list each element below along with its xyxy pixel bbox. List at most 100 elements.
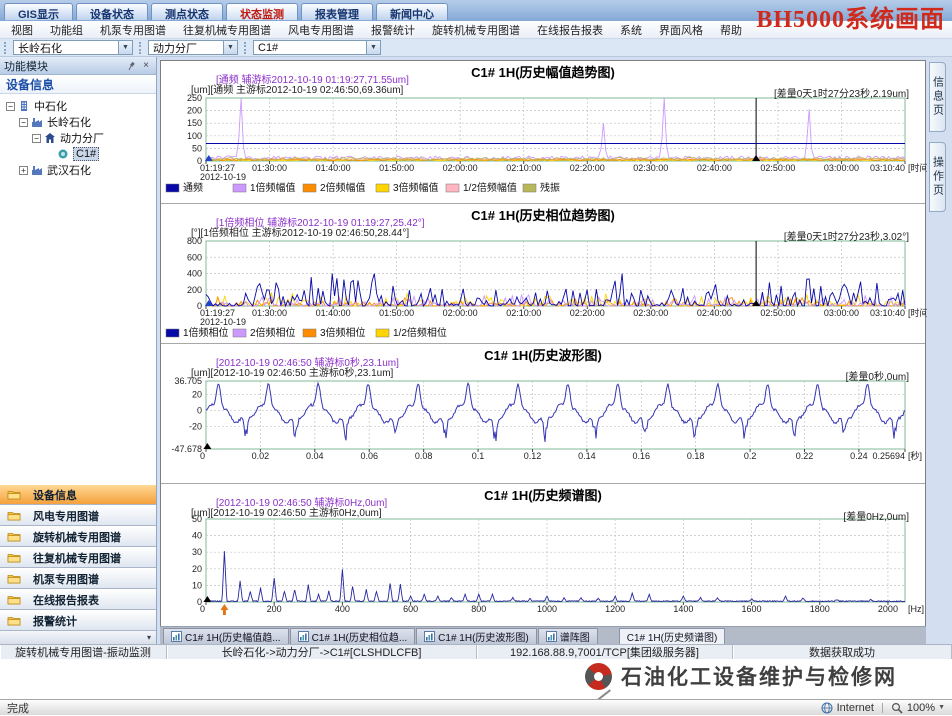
nav-button-在线报告报表[interactable]: 在线报告报表: [0, 589, 156, 610]
svg-text:01:19:272012-10-19: 01:19:272012-10-19: [200, 163, 246, 182]
svg-text:0.02: 0.02: [252, 451, 270, 461]
nav-overflow-button[interactable]: ▾: [0, 631, 156, 644]
tree-expander-icon[interactable]: +: [19, 166, 28, 175]
svg-text:200: 200: [187, 285, 202, 295]
svg-text:01:40:00: 01:40:00: [316, 163, 351, 173]
cursor-delta-annotation: [差量0天1时27分23秒,3.02°]: [784, 228, 909, 243]
cursor-delta-annotation: [差量0天1时27分23秒,2.19um]: [774, 85, 909, 100]
tab-1[interactable]: GIS显示: [4, 3, 73, 20]
legend-swatch: [166, 184, 179, 192]
browser-status-text: 完成: [7, 700, 29, 716]
svg-text:01:40:00: 01:40:00: [316, 308, 351, 318]
sidebar-panel-title: 功能模块: [4, 58, 124, 74]
pin-icon[interactable]: [126, 60, 138, 72]
svg-text:01:30:00: 01:30:00: [252, 163, 287, 173]
chevron-down-icon[interactable]: ▼: [118, 41, 132, 54]
menu-item-11[interactable]: 帮助: [715, 22, 747, 38]
magnifier-icon[interactable]: [891, 702, 903, 714]
svg-text:30: 30: [192, 547, 202, 557]
tree-expander-icon[interactable]: −: [32, 134, 41, 143]
svg-text:2000: 2000: [878, 604, 898, 614]
menu-item-6[interactable]: 报警统计: [366, 22, 420, 38]
menu-item-3[interactable]: 机泵专用图谱: [95, 22, 171, 38]
tree-node-长岭石化[interactable]: −长岭石化: [2, 114, 154, 130]
nav-button-设备信息[interactable]: 设备信息: [0, 484, 156, 505]
svg-text:0.22: 0.22: [796, 451, 814, 461]
svg-text:03:10:40: 03:10:40: [870, 163, 905, 173]
chart-tab-3[interactable]: C1# 1H(历史波形图): [416, 628, 537, 644]
tree-expander-icon[interactable]: −: [6, 102, 15, 111]
menu-item-10[interactable]: 界面风格: [654, 22, 708, 38]
svg-text:02:20:00: 02:20:00: [570, 163, 605, 173]
svg-text:[Hz]: [Hz]: [908, 604, 924, 614]
chevron-down-icon[interactable]: ▼: [223, 41, 237, 54]
right-tab-2[interactable]: 操作页: [929, 142, 946, 212]
menu-item-7[interactable]: 旋转机械专用图谱: [427, 22, 525, 38]
cursor-main-annotation: [°][1倍频相位 主游标2012-10-19 02:46:50,28.44°]: [191, 224, 409, 239]
chart-tab-label: 谱阵图: [560, 629, 590, 644]
module-nav-stack: 设备信息风电专用图谱旋转机械专用图谱往复机械专用图谱机泵专用图谱在线报告报表报警…: [0, 484, 156, 631]
legend-label: 3倍频相位: [320, 326, 366, 339]
combo-value: 长岭石化: [14, 40, 118, 56]
house-icon: [44, 132, 57, 144]
charts-panel: C1# 1H(历史幅值趋势图)[通频 辅游标2012-10-19 01:19:2…: [160, 60, 926, 646]
tree-node-动力分厂[interactable]: − 动力分厂: [2, 130, 154, 146]
nav-button-机泵专用图谱[interactable]: 机泵专用图谱: [0, 568, 156, 589]
cursor-main-annotation: [um][2012-10-19 02:46:50 主游标0秒,23.1um]: [191, 364, 393, 379]
chart-spectrum: C1# 1H(历史频谱图)[2012-10-19 02:46:50 辅游标0Hz…: [161, 484, 925, 627]
menu-item-9[interactable]: 系统: [615, 22, 647, 38]
chart-tab-1[interactable]: C1# 1H(历史幅值趋...: [163, 628, 289, 644]
svg-text:0: 0: [200, 451, 205, 461]
menu-item-1[interactable]: 视图: [6, 22, 38, 38]
svg-text:1800: 1800: [810, 604, 830, 614]
legend-label: 1/2倍频幅值: [463, 181, 517, 194]
chart-tab-label: C1# 1H(历史波形图): [438, 629, 529, 644]
zoom-caret-icon[interactable]: ▼: [938, 704, 945, 711]
tree-node-武汉石化[interactable]: +武汉石化: [2, 162, 154, 178]
nav-button-往复机械专用图谱[interactable]: 往复机械专用图谱: [0, 547, 156, 568]
tab-4[interactable]: 状态监测: [226, 3, 298, 20]
svg-text:400: 400: [187, 269, 202, 279]
watermark-text: 石油化工设备维护与检修网: [621, 661, 897, 691]
combo-1[interactable]: 长岭石化▼: [13, 40, 133, 55]
legend-label: 1倍频相位: [183, 326, 229, 339]
zoom-level[interactable]: 100%: [907, 702, 935, 714]
chart-tab-5[interactable]: C1# 1H(历史频谱图): [619, 628, 726, 644]
nav-button-label: 报警统计: [33, 613, 77, 629]
svg-text:400: 400: [335, 604, 350, 614]
legend-label: 3倍频幅值: [393, 181, 439, 194]
tree-node-label: 动力分厂: [60, 130, 104, 146]
combo-3[interactable]: C1#▼: [253, 40, 381, 55]
device-icon: [57, 148, 70, 160]
chart-tab-2[interactable]: C1# 1H(历史相位趋...: [290, 628, 416, 644]
tree-expander-icon[interactable]: −: [19, 118, 28, 127]
nav-button-旋转机械专用图谱[interactable]: 旋转机械专用图谱: [0, 526, 156, 547]
menu-item-4[interactable]: 往复机械专用图谱: [178, 22, 276, 38]
right-tab-1[interactable]: 信息页: [929, 62, 946, 132]
svg-text:02:30:00: 02:30:00: [633, 308, 668, 318]
combo-2[interactable]: 动力分厂▼: [148, 40, 238, 55]
chart-tab-4[interactable]: 谱阵图: [538, 628, 598, 644]
close-icon[interactable]: ×: [140, 60, 152, 72]
svg-text:0.24: 0.24: [850, 451, 868, 461]
svg-text:01:19:272012-10-19: 01:19:272012-10-19: [200, 308, 246, 327]
nav-button-报警统计[interactable]: 报警统计: [0, 610, 156, 631]
tree-node-中石化[interactable]: − 中石化: [2, 98, 154, 114]
chevron-down-icon[interactable]: ▼: [366, 41, 380, 54]
menu-item-2[interactable]: 功能组: [45, 22, 88, 38]
tab-2[interactable]: 设备状态: [76, 3, 148, 20]
cursor-main-annotation: [um][2012-10-19 02:46:50 主游标0Hz,0um]: [191, 504, 382, 519]
nav-button-label: 在线报告报表: [33, 592, 99, 608]
tree-node-C1#[interactable]: C1#: [2, 146, 154, 162]
chart-tab-icon: [424, 631, 435, 642]
tree-node-label: 中石化: [34, 98, 67, 114]
nav-button-风电专用图谱[interactable]: 风电专用图谱: [0, 505, 156, 526]
svg-text:200: 200: [187, 106, 202, 116]
menu-item-5[interactable]: 风电专用图谱: [283, 22, 359, 38]
tab-3[interactable]: 测点状态: [151, 3, 223, 20]
tab-6[interactable]: 新闻中心: [376, 3, 448, 20]
tab-5[interactable]: 报表管理: [301, 3, 373, 20]
svg-text:40: 40: [192, 531, 202, 541]
menu-item-8[interactable]: 在线报告报表: [532, 22, 608, 38]
legend-swatch: [166, 329, 179, 337]
